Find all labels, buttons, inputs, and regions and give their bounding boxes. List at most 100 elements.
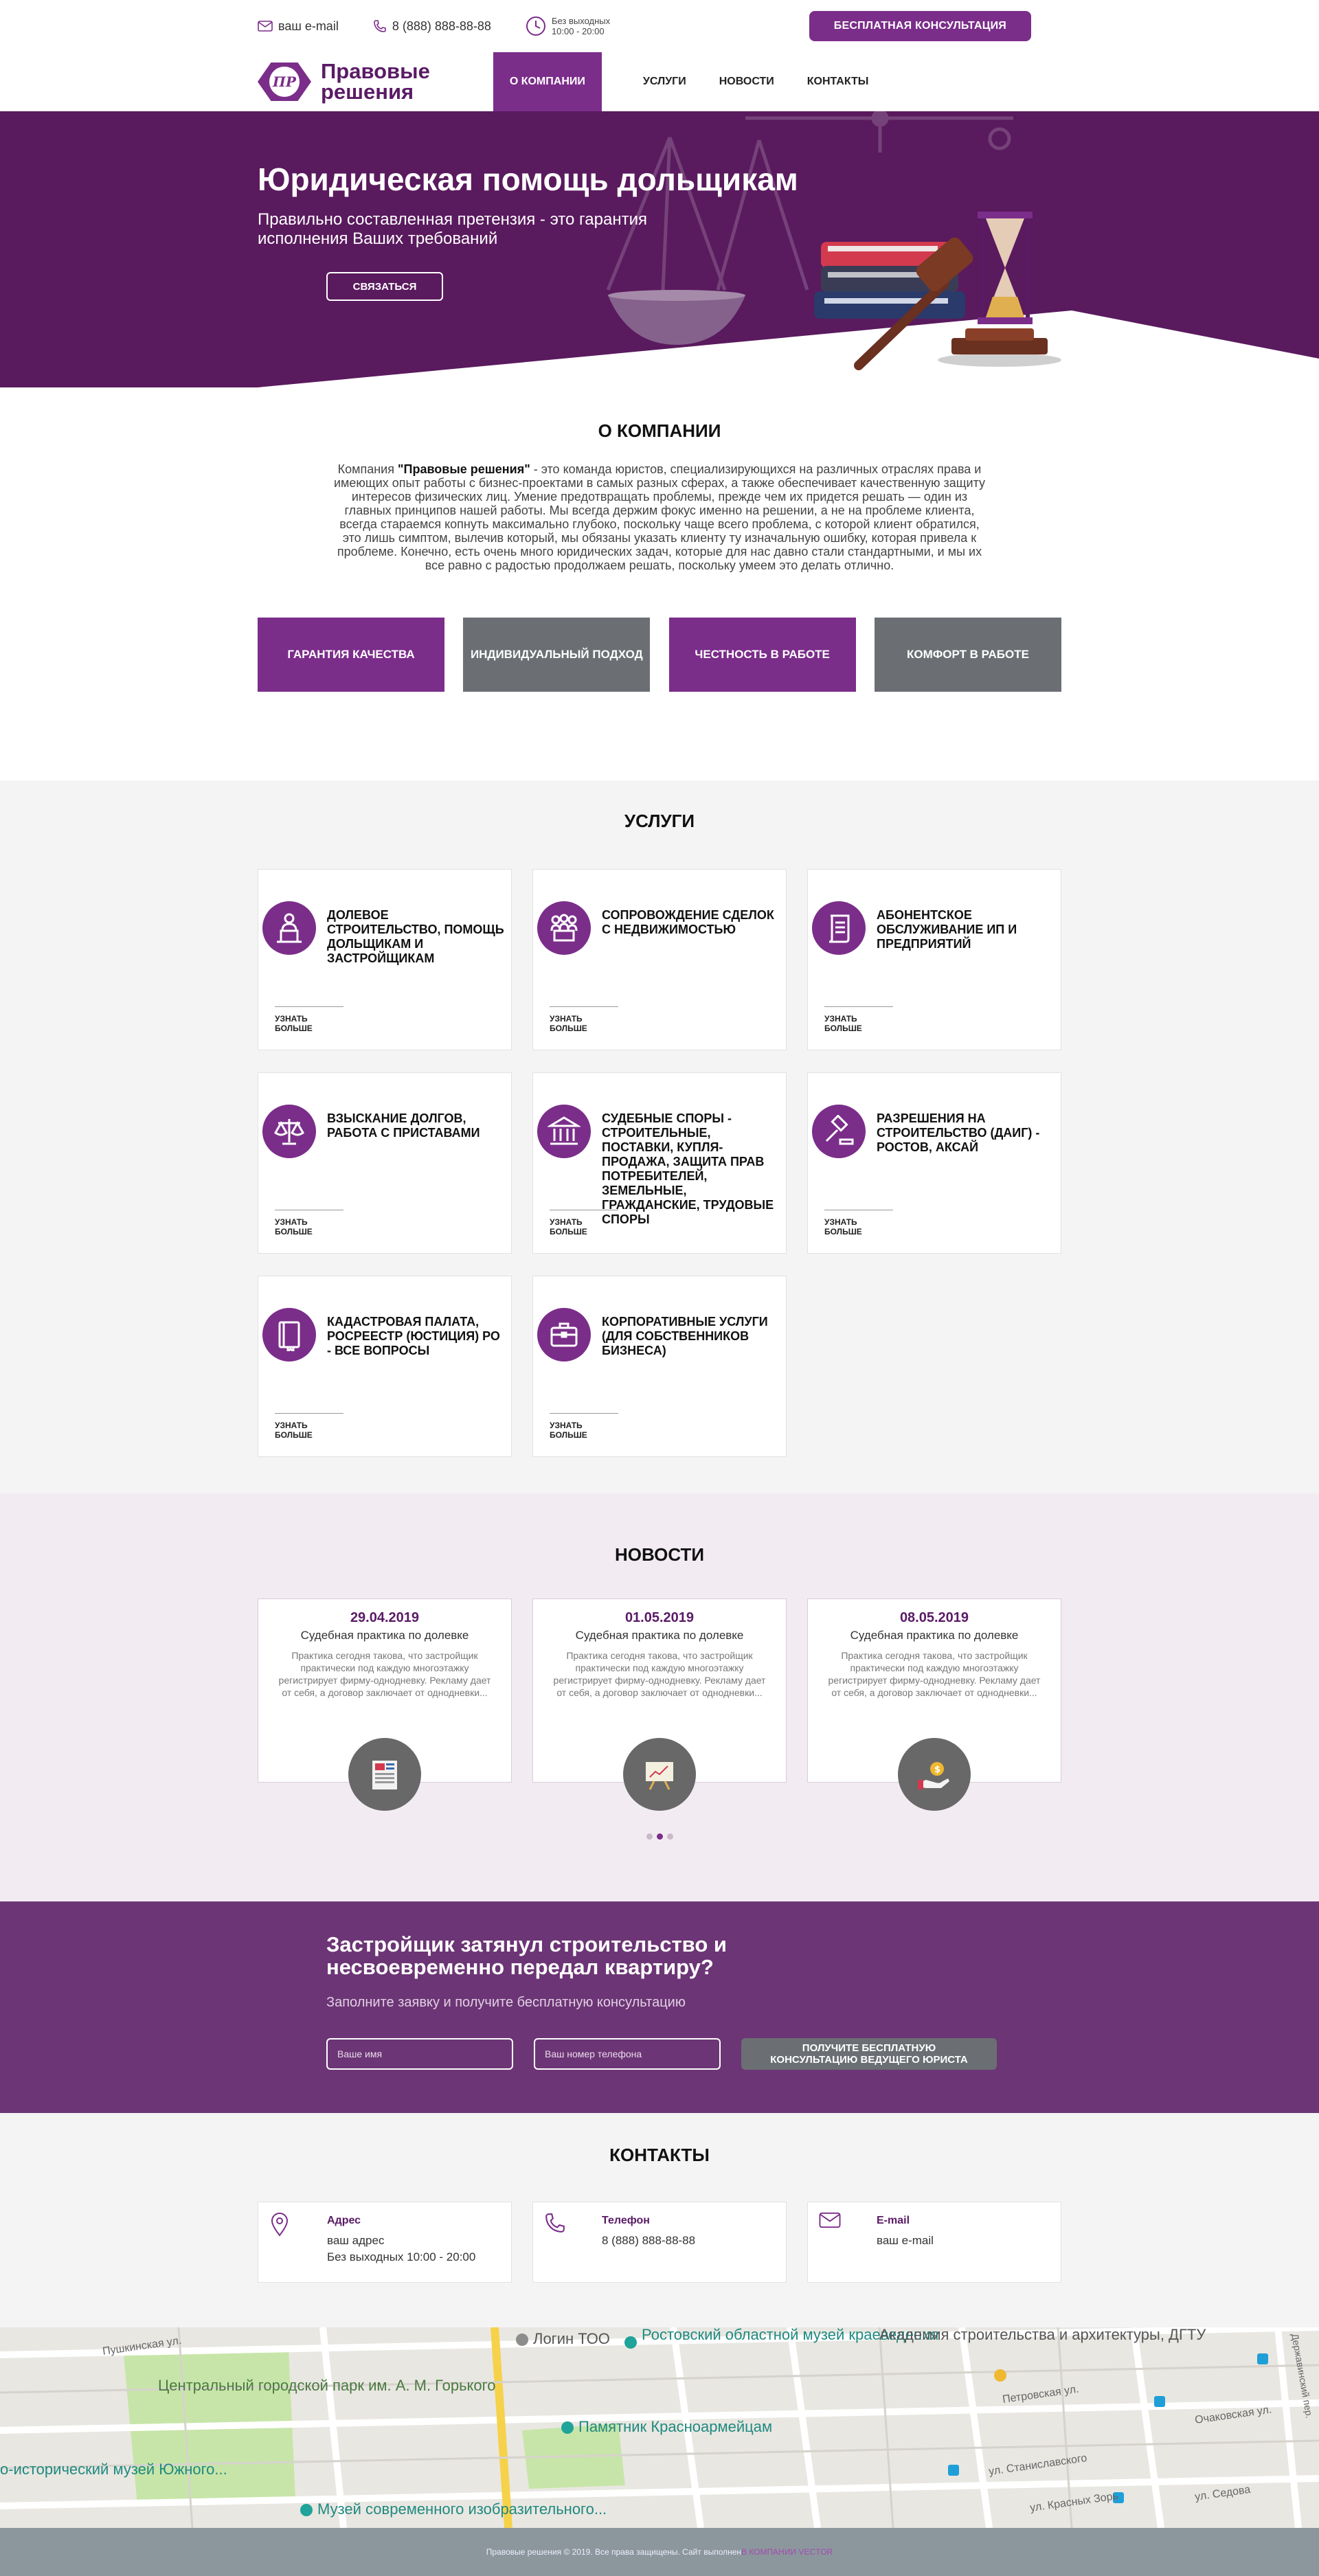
phone-label: Телефон — [602, 2215, 650, 2226]
carousel-dot-active[interactable] — [656, 1833, 663, 1840]
nav-item-about[interactable]: О КОМПАНИИ — [493, 52, 602, 111]
meeting-icon — [537, 901, 591, 955]
gavel-icon — [812, 1105, 866, 1158]
map-label: Центральный городской парк им. А. М. Гор… — [158, 2377, 495, 2394]
email-link[interactable]: ваш e-mail — [258, 19, 339, 34]
feature-comfort[interactable]: КОМФОРТ В РАБОТЕ — [874, 618, 1061, 692]
newspaper-icon — [348, 1738, 421, 1811]
news-card[interactable]: 29.04.2019 Судебная практика по долевке … — [258, 1598, 512, 1811]
phone-text: 8 (888) 888-88-88 — [392, 19, 491, 33]
clock-icon — [526, 16, 545, 36]
email-text: ваш e-mail — [278, 19, 339, 33]
news-date: 08.05.2019 — [899, 1610, 969, 1625]
service-card[interactable]: ДОЛЕВОЕ СТРОИТЕЛЬСТВО, ПОМОЩЬ ДОЛЬЩИКАМ … — [258, 869, 512, 1050]
site-logo[interactable]: ПР Правовые решения — [258, 59, 430, 104]
service-card[interactable]: КОРПОРАТИВНЫЕ УСЛУГИ (ДЛЯ СОБСТВЕННИКОВ … — [532, 1276, 787, 1457]
learn-more-link[interactable]: УЗНАТЬ БОЛЬШЕ — [275, 1210, 343, 1236]
service-title: ВЗЫСКАНИЕ ДОЛГОВ, РАБОТА С ПРИСТАВАМИ — [327, 1111, 480, 1140]
carousel-dot[interactable] — [646, 1833, 653, 1840]
free-consultation-button[interactable]: БЕСПЛАТНАЯ КОНСУЛЬТАЦИЯ — [809, 11, 1031, 41]
nav-item-contacts[interactable]: КОНТАКТЫ — [791, 52, 886, 111]
button-line-2: КОНСУЛЬТАЦИЮ ВЕДУЩЕГО ЮРИСТА — [770, 2054, 968, 2066]
button-line-1: ПОЛУЧИТЕ БЕСПЛАТНУЮ — [802, 2042, 936, 2054]
hero-section: Юридическая помощь дольщикам Правильно с… — [0, 111, 1319, 387]
learn-more-link[interactable]: УЗНАТЬ БОЛЬШЕ — [824, 1006, 893, 1033]
news-excerpt: Практика сегодня такова, что застройщик … — [278, 1650, 491, 1698]
learn-more-link[interactable]: УЗНАТЬ БОЛЬШЕ — [275, 1413, 343, 1440]
nav-item-news[interactable]: НОВОСТИ — [703, 52, 791, 111]
contact-us-button[interactable]: СВЯЗАТЬСЯ — [326, 272, 443, 301]
services-grid: ДОЛЕВОЕ СТРОИТЕЛЬСТВО, ПОМОЩЬ ДОЛЬЩИКАМ … — [258, 869, 1061, 1457]
phone-link[interactable]: 8 (888) 888-88-88 — [373, 19, 491, 34]
name-input[interactable] — [326, 2038, 513, 2070]
about-text-body: - это команда юристов, специализирующихс… — [333, 462, 986, 572]
logo-line-1: Правовые — [321, 59, 430, 83]
presentation-board-icon — [623, 1738, 696, 1811]
service-card[interactable]: ВЗЫСКАНИЕ ДОЛГОВ, РАБОТА С ПРИСТАВАМИ УЗ… — [258, 1072, 512, 1254]
contact-card-email[interactable]: E-mail ваш e-mail — [807, 2202, 1061, 2283]
envelope-icon — [258, 21, 273, 32]
services-title: УСЛУГИ — [624, 811, 695, 831]
form-title: Застройщик затянул строительство и несво… — [326, 1932, 727, 1979]
service-card[interactable]: СУДЕБНЫЕ СПОРЫ - СТРОИТЕЛЬНЫЕ, ПОСТАВКИ,… — [532, 1072, 787, 1254]
map-label: Логин ТОО — [533, 2330, 610, 2347]
learn-more-link[interactable]: УЗНАТЬ БОЛЬШЕ — [275, 1006, 343, 1033]
top-bar: ваш e-mail 8 (888) 888-88-88 Без выходны… — [0, 0, 1319, 52]
learn-more-link[interactable]: УЗНАТЬ БОЛЬШЕ — [550, 1210, 618, 1236]
hours-line-2: 10:00 - 20:00 — [551, 26, 605, 36]
service-title: КАДАСТРОВАЯ ПАЛАТА, РОСРЕЕСТР (ЮСТИЦИЯ) … — [327, 1315, 500, 1357]
logo-line-2: решения — [321, 80, 414, 104]
email-value: ваш e-mail — [877, 2234, 934, 2247]
phone-input[interactable] — [534, 2038, 721, 2070]
learn-more-link[interactable]: УЗНАТЬ БОЛЬШЕ — [824, 1210, 893, 1236]
news-title: НОВОСТИ — [614, 1544, 705, 1565]
footer-developer-link[interactable]: В КОМПАНИИ VECTOR — [741, 2547, 833, 2557]
feature-quality[interactable]: ГАРАНТИЯ КАЧЕСТВА — [258, 618, 444, 692]
consultation-form-section: Застройщик затянул строительство и несво… — [0, 1901, 1319, 2113]
service-card[interactable]: СОПРОВОЖДЕНИЕ СДЕЛОК С НЕДВИЖИМОСТЬЮ УЗН… — [532, 869, 787, 1050]
briefcase-icon — [537, 1308, 591, 1362]
map-canvas: Логин ТОО Ростовский областной музей кра… — [0, 2327, 1319, 2528]
feature-individual[interactable]: ИНДИВИДУАЛЬНЫЙ ПОДХОД — [463, 618, 651, 692]
service-card[interactable]: КАДАСТРОВАЯ ПАЛАТА, РОСРЕЕСТР (ЮСТИЦИЯ) … — [258, 1276, 512, 1457]
news-card[interactable]: 01.05.2019 Судебная практика по долевке … — [532, 1598, 787, 1811]
site-footer: Правовые решения © 2019. Все права защищ… — [0, 2528, 1319, 2576]
location-map[interactable]: Логин ТОО Ростовский областной музей кра… — [0, 2327, 1319, 2528]
scales-icon — [262, 1105, 316, 1158]
about-section: О КОМПАНИИ Компания "Правовые решения" -… — [0, 387, 1319, 780]
main-navbar: ПР Правовые решения О КОМПАНИИ УСЛУГИ НО… — [0, 52, 1319, 111]
about-text-intro: Компания — [337, 462, 398, 476]
hours-line-1: Без выходных — [551, 16, 611, 26]
news-carousel: 29.04.2019 Судебная практика по долевке … — [258, 1598, 1061, 1811]
get-consultation-button[interactable]: ПОЛУЧИТЕ БЕСПЛАТНУЮ КОНСУЛЬТАЦИЮ ВЕДУЩЕГ… — [741, 2038, 997, 2070]
email-label: E-mail — [877, 2215, 910, 2226]
form-lead: Заполните заявку и получите бесплатную к… — [326, 1995, 686, 2010]
learn-more-link[interactable]: УЗНАТЬ БОЛЬШЕ — [550, 1006, 618, 1033]
news-headline: Судебная практика по долевке — [300, 1629, 469, 1642]
carousel-dot[interactable] — [666, 1833, 673, 1840]
map-pin-icon — [271, 2213, 289, 2237]
service-card[interactable]: РАЗРЕШЕНИЯ НА СТРОИТЕЛЬСТВО (ДАИГ) - РОС… — [807, 1072, 1061, 1254]
hero-subtitle: Правильно составленная претензия - это г… — [258, 210, 647, 248]
service-title: КОРПОРАТИВНЫЕ УСЛУГИ (ДЛЯ СОБСТВЕННИКОВ … — [602, 1315, 768, 1357]
contacts-title: КОНТАКТЫ — [609, 2145, 710, 2165]
map-label: Академия строительства и архитектуры, ДГ… — [879, 2327, 1206, 2343]
learn-more-link[interactable]: УЗНАТЬ БОЛЬШЕ — [550, 1413, 618, 1440]
scroll-document-icon — [812, 901, 866, 955]
service-title: АБОНЕНТСКОЕ ОБСЛУЖИВАНИЕ ИП И ПРЕДПРИЯТИ… — [877, 908, 1017, 951]
service-card[interactable]: АБОНЕНТСКОЕ ОБСЛУЖИВАНИЕ ИП И ПРЕДПРИЯТИ… — [807, 869, 1061, 1050]
consultation-form: ПОЛУЧИТЕ БЕСПЛАТНУЮ КОНСУЛЬТАЦИЮ ВЕДУЩЕГ… — [326, 2038, 1061, 2070]
nav-item-services[interactable]: УСЛУГИ — [627, 52, 703, 111]
feature-honesty[interactable]: ЧЕСТНОСТЬ В РАБОТЕ — [668, 618, 856, 692]
news-card[interactable]: 08.05.2019 Судебная практика по долевке … — [807, 1598, 1061, 1811]
news-headline: Судебная практика по долевке — [850, 1629, 1019, 1642]
speaker-podium-icon — [262, 901, 316, 955]
address-value: ваш адрес Без выходных 10:00 - 20:00 — [327, 2233, 475, 2266]
carousel-dots — [258, 1833, 1061, 1840]
phone-icon — [374, 20, 386, 32]
feature-list: ГАРАНТИЯ КАЧЕСТВА ИНДИВИДУАЛЬНЫЙ ПОДХОД … — [258, 618, 1061, 692]
service-title: СОПРОВОЖДЕНИЕ СДЕЛОК С НЕДВИЖИМОСТЬЮ — [602, 908, 774, 936]
contact-card-phone[interactable]: Телефон 8 (888) 888-88-88 — [532, 2202, 787, 2283]
news-date: 29.04.2019 — [350, 1610, 420, 1625]
map-label: Памятник Красноармейцам — [578, 2418, 772, 2435]
